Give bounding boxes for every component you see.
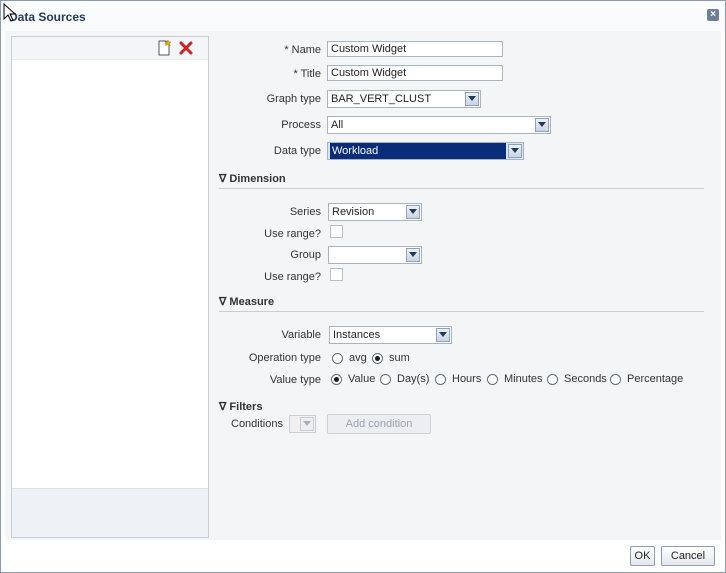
mouse-pointer-icon — [3, 3, 17, 22]
value-type-days-label: Day(s) — [397, 373, 430, 385]
series-use-range-checkbox[interactable] — [330, 225, 343, 238]
series-label: Series — [289, 206, 321, 218]
name-row: * Name — [211, 41, 511, 59]
group-label: Group — [290, 249, 321, 261]
operation-sum-radio[interactable] — [372, 353, 383, 364]
data-sources-dialog: Data Sources × * Name * Title Graph type — [0, 0, 726, 573]
group-use-range-checkbox[interactable] — [330, 268, 343, 281]
value-type-percentage-radio[interactable] — [610, 374, 621, 385]
variable-label: Variable — [281, 329, 321, 341]
value-type-days-radio[interactable] — [380, 374, 391, 385]
group-use-range-label: Use range? — [264, 271, 321, 283]
process-value: All — [331, 119, 344, 131]
name-field[interactable] — [327, 41, 503, 57]
data-type-row: Data type Workload — [211, 142, 541, 160]
dialog-title: Data Sources — [9, 10, 86, 24]
conditions-label: Conditions — [231, 418, 283, 430]
group-select[interactable] — [328, 246, 422, 264]
value-type-value-radio[interactable] — [331, 374, 342, 385]
value-type-row: Value type Value Day(s) Hours Minutes Se… — [211, 371, 701, 389]
operation-type-label: Operation type — [248, 352, 321, 364]
group-row: Group — [211, 246, 511, 264]
operation-type-row: Operation type avg sum — [211, 349, 511, 367]
data-type-value: Workload — [330, 143, 506, 159]
value-type-minutes-label: Minutes — [504, 373, 543, 385]
group-use-range-row: Use range? — [211, 268, 511, 286]
delete-x-icon[interactable] — [178, 40, 194, 56]
series-row: Series Revision — [211, 203, 511, 221]
process-row: Process All — [211, 116, 561, 134]
chevron-down-icon[interactable] — [436, 328, 450, 342]
variable-row: Variable Instances — [211, 326, 511, 344]
chevron-down-icon[interactable] — [406, 248, 420, 262]
series-value: Revision — [332, 206, 375, 218]
value-type-seconds-radio[interactable] — [547, 374, 558, 385]
variable-value: Instances — [333, 329, 381, 341]
process-select[interactable]: All — [327, 116, 551, 134]
list-toolbar — [12, 37, 208, 60]
graph-type-value: BAR_VERT_CLUST — [331, 93, 432, 105]
operation-sum-label: sum — [389, 352, 410, 364]
conditions-row: Conditions Add condition — [211, 414, 511, 436]
add-condition-button[interactable]: Add condition — [327, 414, 431, 434]
dimension-header: ∇ Dimension — [219, 173, 286, 185]
name-label: * Name — [284, 44, 321, 56]
filters-header: ∇ Filters — [219, 401, 263, 413]
chevron-down-icon[interactable] — [508, 144, 522, 158]
value-type-minutes-radio[interactable] — [487, 374, 498, 385]
chevron-down-icon — [300, 417, 314, 431]
series-select[interactable]: Revision — [328, 203, 422, 221]
value-type-seconds-label: Seconds — [564, 373, 607, 385]
measure-section-header[interactable]: ∇ Measure — [219, 293, 704, 312]
graph-type-row: Graph type BAR_VERT_CLUST — [211, 90, 511, 108]
chevron-down-icon[interactable] — [406, 205, 420, 219]
ok-button[interactable]: OK — [630, 546, 655, 566]
title-row: * Title — [211, 65, 511, 83]
value-type-value-label: Value — [348, 373, 376, 385]
close-icon[interactable]: × — [707, 9, 719, 21]
series-use-range-label: Use range? — [264, 228, 321, 240]
value-type-hours-radio[interactable] — [435, 374, 446, 385]
list-footer — [12, 488, 208, 537]
data-type-label: Data type — [273, 145, 321, 157]
title-label: * Title — [293, 68, 321, 80]
value-type-label: Value type — [269, 374, 321, 386]
conditions-select[interactable] — [289, 415, 316, 433]
dialog-titlebar: Data Sources × — [1, 1, 725, 31]
graph-type-label: Graph type — [266, 93, 321, 105]
operation-avg-label: avg — [349, 352, 367, 364]
process-label: Process — [281, 119, 321, 131]
variable-select[interactable]: Instances — [329, 326, 452, 344]
chevron-down-icon[interactable] — [465, 92, 479, 106]
value-type-hours-label: Hours — [452, 373, 482, 385]
value-type-percentage-label: Percentage — [627, 373, 684, 385]
title-field[interactable] — [327, 65, 503, 81]
operation-avg-radio[interactable] — [332, 353, 343, 364]
measure-header: ∇ Measure — [219, 296, 275, 308]
new-document-icon[interactable] — [156, 40, 172, 56]
dimension-section-header[interactable]: ∇ Dimension — [219, 170, 704, 189]
graph-type-select[interactable]: BAR_VERT_CLUST — [327, 90, 481, 108]
data-type-select[interactable]: Workload — [327, 142, 524, 160]
cancel-button[interactable]: Cancel — [661, 546, 715, 566]
data-source-list-panel — [11, 36, 209, 538]
series-use-range-row: Use range? — [211, 225, 511, 243]
chevron-down-icon[interactable] — [535, 118, 549, 132]
